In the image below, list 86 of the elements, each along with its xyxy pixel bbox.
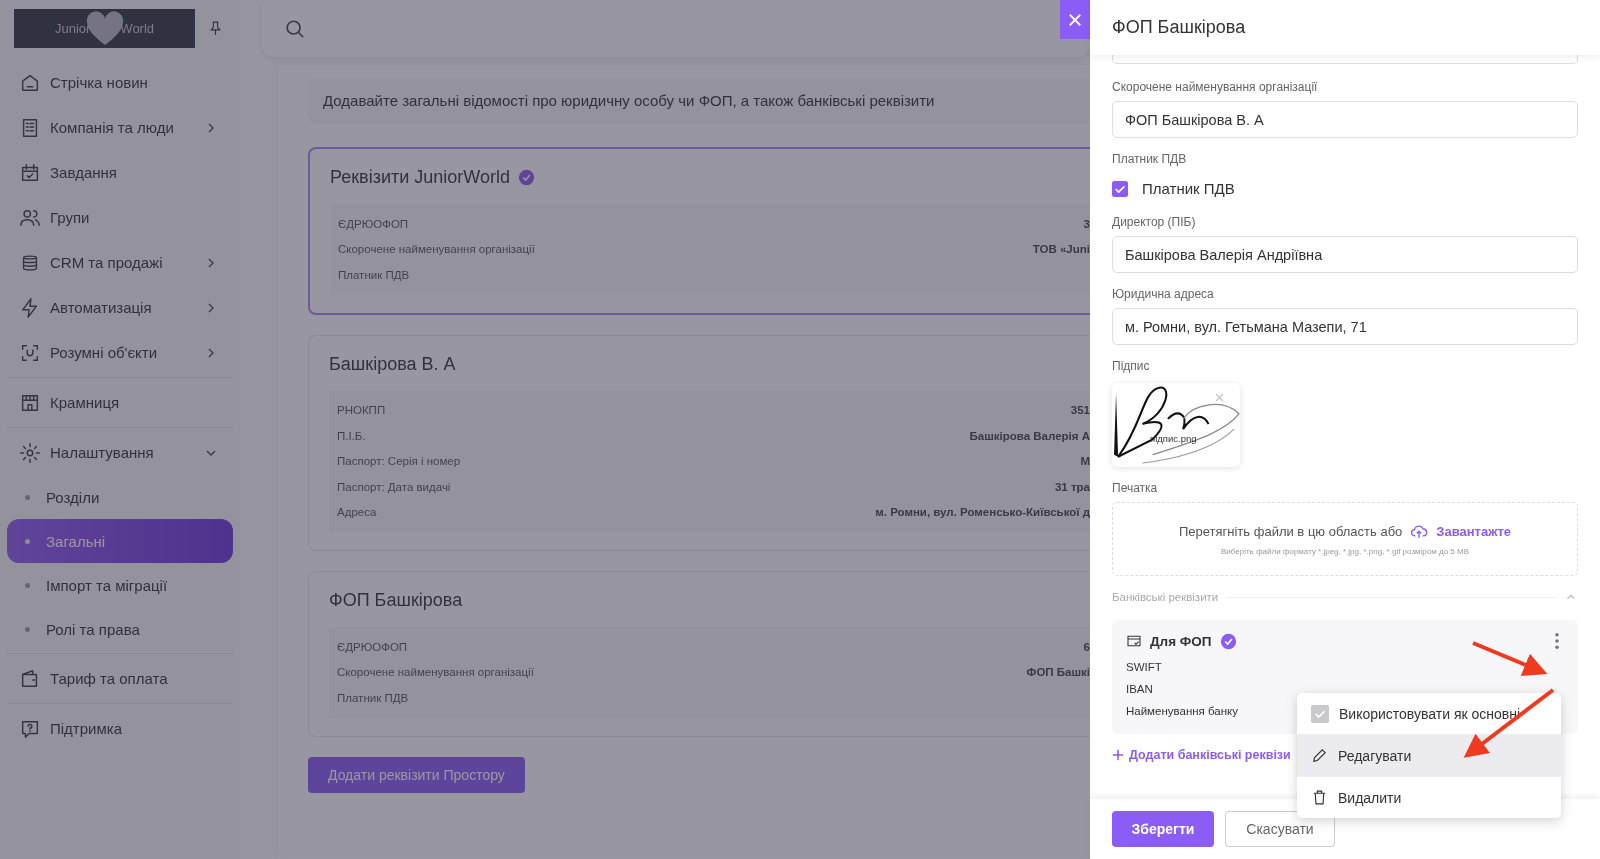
field-label: Платник ПДВ xyxy=(337,691,409,704)
remove-icon[interactable] xyxy=(1215,393,1224,402)
pencil-icon xyxy=(1311,747,1328,764)
field-value: М xyxy=(1080,455,1090,468)
requisites-card[interactable]: Башкірова В. А РНОКПП 351 П.І.Б. Башкірова Валерія А Паспорт: Серія і номер М Паспорт: Дата видачі 31 тра Адреса м. Ромни, вул. Роменсько-Київської д xyxy=(308,334,1090,551)
field-value: 351 xyxy=(1070,404,1090,417)
input-field[interactable]: Башкірова Валерія Андріївна xyxy=(1112,236,1578,273)
checkbox-label[interactable]: Платник ПДВ xyxy=(1142,180,1235,197)
search-icon xyxy=(284,17,306,40)
nav-item[interactable]: Розумні об'єкти xyxy=(7,330,233,375)
cloud-upload-icon xyxy=(1410,522,1429,541)
field-label: ЄДРЮОФОП xyxy=(337,640,408,653)
requisites-card[interactable]: ФОП Башкірова ЄДРЮОФОП 6 Скорочене найменування організації ФОП Башкі Платник ПДВ xyxy=(308,571,1090,737)
calendar-icon xyxy=(19,161,41,184)
field-value: ТОВ «Juni xyxy=(1032,243,1090,256)
nav-item[interactable]: Компанія та люди xyxy=(7,105,233,150)
dropzone-text: Перетягніть файли в цю область або xyxy=(1178,524,1403,539)
field-value: 6 xyxy=(1083,640,1090,653)
requisites-card[interactable]: Реквізити JuniorWorld ЄДРЮОФОП 3 Скорочене найменування організації ТОВ «Juni Платник ПДВ xyxy=(308,147,1090,315)
nav-item[interactable]: Налаштування xyxy=(7,430,233,475)
input-field[interactable]: ФОП Башкірова В. А xyxy=(1112,101,1578,138)
drawer-title: ФОП Башкірова xyxy=(1112,17,1246,38)
field-label: Платник ПДВ xyxy=(1112,152,1188,166)
trash-icon xyxy=(1311,789,1328,806)
add-requisites-button[interactable]: Додати реквізити Простору xyxy=(308,756,525,793)
more-icon[interactable] xyxy=(1554,632,1560,650)
nav-subitem[interactable]: Імпорт та міграції xyxy=(7,563,233,607)
field-label: Паспорт: Серія і номер xyxy=(337,455,461,468)
field-label: ЄДРЮОФОП xyxy=(338,217,409,230)
upload-dropzone[interactable]: Перетягніть файли в цю область або Завантажте Виберіть файли формату *.jpeg, *.jpg, *.png, *.gif розміром до 5 MB xyxy=(1112,502,1578,576)
nav-item[interactable]: Групи xyxy=(7,195,233,240)
nav-item[interactable]: Завдання xyxy=(7,150,233,195)
checkbox[interactable] xyxy=(1311,704,1329,723)
upload-hint: Виберіть файли формату *.jpeg, *.jpg, *.png, *.gif розміром до 5 MB xyxy=(1221,546,1469,556)
field-value: 3 xyxy=(1083,217,1090,230)
field-label: Скорочене найменування організації xyxy=(1112,80,1319,94)
menu-item[interactable]: Редагувати xyxy=(1297,735,1561,777)
bullet-icon xyxy=(25,582,30,588)
field-label: Юридична адреса xyxy=(1112,287,1215,301)
card-title: ФОП Башкірова xyxy=(329,590,463,611)
upload-link[interactable]: Завантажте xyxy=(1436,524,1512,539)
credit-card-icon xyxy=(1126,633,1142,649)
cancel-button[interactable]: Скасувати xyxy=(1225,811,1335,847)
settings-icon xyxy=(19,441,41,464)
checkbox[interactable] xyxy=(1112,180,1128,197)
field-label: Скорочене найменування організації xyxy=(338,243,535,256)
field-label: Адреса xyxy=(337,506,377,519)
nav-item[interactable]: Крамниця xyxy=(7,380,233,425)
nav-subitem[interactable]: Загальні xyxy=(7,519,233,563)
field-label: Директор (ПІБ) xyxy=(1112,215,1197,229)
field-label: Підпис xyxy=(1112,359,1151,373)
close-button[interactable] xyxy=(1060,0,1090,39)
intro-text: Додавайте загальні відомості про юридичну особу чи ФОП, а також банківські реквізити xyxy=(323,92,935,109)
bullet-icon xyxy=(25,494,30,500)
field-label: Платник ПДВ xyxy=(338,268,410,281)
save-button[interactable]: Зберегти xyxy=(1112,811,1214,847)
nav-subitem[interactable]: Ролі та права xyxy=(7,607,233,651)
bullet-icon xyxy=(25,626,30,632)
input-field[interactable]: м. Ромни, вул. Гетьмана Мазепи, 71 xyxy=(1112,308,1578,345)
field-label: Скорочене найменування організації xyxy=(337,666,534,679)
field-value: Башкірова Валерія А xyxy=(969,429,1090,442)
input-field[interactable] xyxy=(1112,55,1578,64)
pin-icon[interactable] xyxy=(207,20,224,37)
field-label: П.І.Б. xyxy=(337,429,366,442)
nav-item[interactable]: Стрічка новин xyxy=(7,60,233,105)
account-name: Для ФОП xyxy=(1150,633,1212,649)
card-title: Реквізити JuniorWorld xyxy=(330,167,510,188)
field-label: РНОКПП xyxy=(337,404,386,417)
logo[interactable]: Junior World xyxy=(14,9,195,48)
add-bank-link[interactable]: Додати банківські реквізи xyxy=(1112,748,1291,762)
bullet-icon xyxy=(25,538,30,544)
field-label: Найменування банку xyxy=(1126,704,1238,719)
nav-item[interactable]: Автоматизація xyxy=(7,285,233,330)
nav-item[interactable]: Підтримка xyxy=(7,706,233,751)
nav-item[interactable]: CRM та продажі xyxy=(7,240,233,285)
field-label: Печатка xyxy=(1112,481,1159,495)
field-label: Паспорт: Дата видачі xyxy=(337,480,451,493)
field-label: SWIFT xyxy=(1126,660,1162,675)
plus-icon xyxy=(1112,749,1124,761)
card-title: Башкірова В. А xyxy=(329,353,456,375)
section-title: Банківські реквізити xyxy=(1112,591,1219,603)
field-value: ФОП Башкі xyxy=(1026,666,1090,679)
nav-subitem[interactable]: Розділи xyxy=(7,475,233,519)
field-value: 31 тра xyxy=(1054,480,1090,493)
nav-item[interactable]: Тариф та оплата xyxy=(7,656,233,701)
field-label: IBAN xyxy=(1126,682,1153,697)
